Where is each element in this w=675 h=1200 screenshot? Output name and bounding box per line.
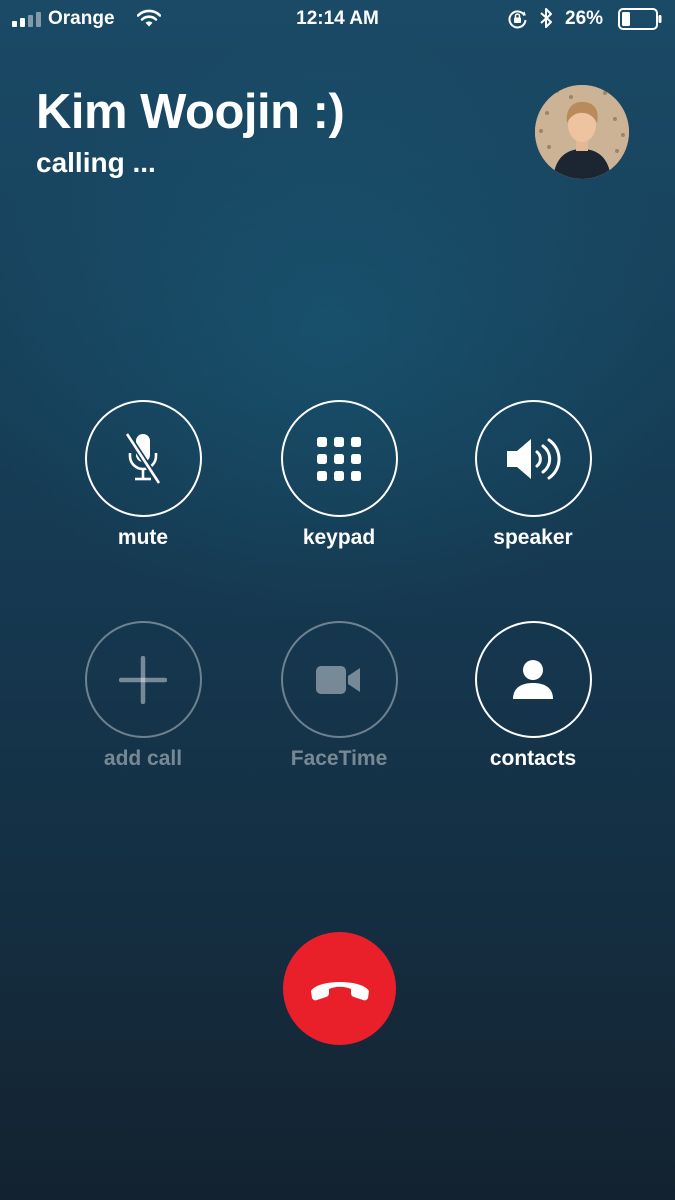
speaker-button[interactable]: speaker: [453, 400, 613, 550]
mute-button[interactable]: mute: [63, 400, 223, 550]
hang-up-phone-icon: [310, 981, 369, 1000]
add-call-button[interactable]: add call: [63, 621, 223, 771]
keypad-button[interactable]: keypad: [259, 400, 419, 550]
video-camera-icon: [316, 665, 360, 694]
facetime-button[interactable]: FaceTime: [259, 621, 419, 771]
facetime-label: FaceTime: [290, 747, 388, 770]
add-call-label: add call: [103, 747, 183, 770]
contacts-label: contacts: [489, 747, 577, 770]
contacts-button[interactable]: contacts: [453, 621, 613, 771]
bluetooth-icon: [540, 8, 552, 28]
status-bar: Orange 12:14 AM 26%: [0, 0, 675, 40]
battery-icon: [618, 8, 662, 30]
speaker-icon: [507, 438, 561, 479]
plus-icon: [119, 655, 167, 704]
keypad-icon: [317, 436, 361, 481]
microphone-muted-icon: [124, 431, 162, 485]
keypad-label: keypad: [302, 526, 376, 549]
battery-percent: 26%: [565, 8, 604, 29]
call-status: calling ...: [36, 147, 156, 178]
person-icon: [513, 659, 553, 699]
mute-label: mute: [117, 526, 169, 549]
contact-name: Kim Woojin :): [36, 85, 345, 139]
end-call-button[interactable]: [283, 932, 396, 1045]
speaker-label: speaker: [493, 526, 573, 549]
contact-avatar: [535, 85, 629, 179]
rotation-lock-icon: [508, 10, 527, 29]
